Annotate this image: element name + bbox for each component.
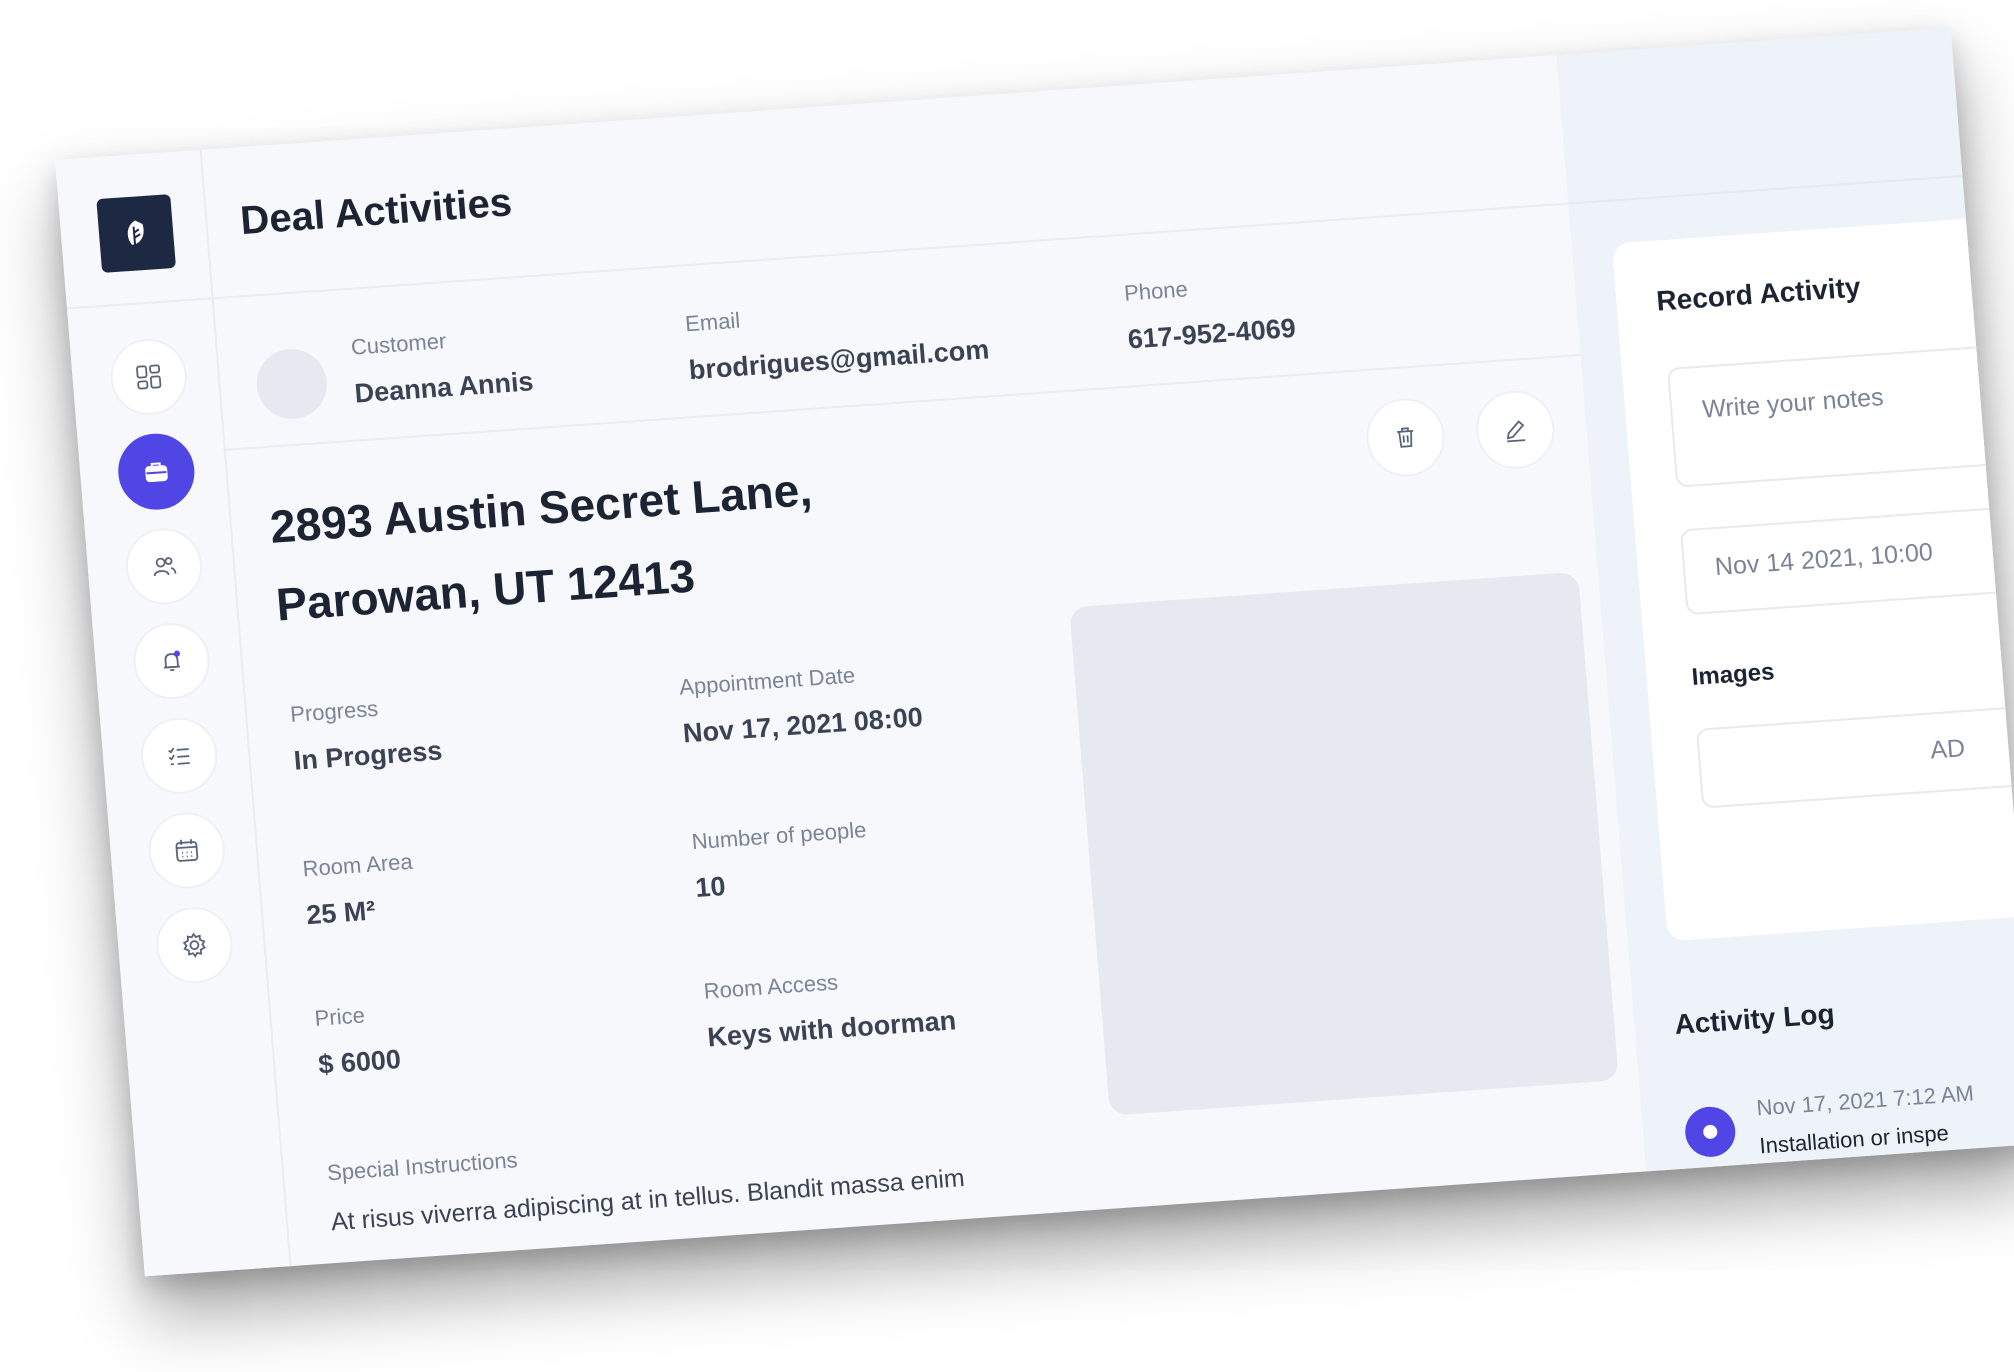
email-label: Email xyxy=(684,307,742,337)
nav-calendar[interactable] xyxy=(145,809,228,891)
customer-label: Customer xyxy=(349,328,448,360)
calendar-icon xyxy=(175,839,199,862)
price-value: $ 6000 xyxy=(317,1044,403,1080)
images-label: Images xyxy=(1690,658,1776,692)
page-title: Deal Activities xyxy=(238,180,514,244)
customer-name: Deanna Annis xyxy=(353,366,535,409)
price-field: Price $ 6000 xyxy=(314,1000,402,1081)
record-activity-card: Record Activity Write your notes Nov 14 … xyxy=(1611,215,2014,942)
people-value: 10 xyxy=(694,871,727,904)
appointment-field: Appointment Date Nov 17, 2021 08:00 xyxy=(678,658,924,750)
progress-field: Progress In Progress xyxy=(289,692,443,777)
room-area-label: Room Area xyxy=(301,848,414,882)
progress-value: In Progress xyxy=(292,735,444,776)
appointment-value: Nov 17, 2021 08:00 xyxy=(681,701,924,749)
room-access-label: Room Access xyxy=(702,969,839,1004)
nav-deals[interactable] xyxy=(115,431,198,513)
log-entry-text[interactable]: Installation or inspe xyxy=(1759,1120,1950,1159)
panel-divider xyxy=(1568,173,1988,205)
users-icon xyxy=(153,557,177,577)
notes-input[interactable]: Write your notes xyxy=(1666,340,2014,488)
dashboard-icon xyxy=(136,364,162,390)
room-access-value: Keys with doorman xyxy=(706,1005,958,1053)
room-area-field: Room Area 25 M² xyxy=(302,849,418,931)
bell-icon xyxy=(163,650,181,672)
pencil-icon xyxy=(1506,420,1526,443)
briefcase-icon xyxy=(145,462,168,483)
nav-dashboard[interactable] xyxy=(107,336,190,418)
log-entry-marker xyxy=(1683,1105,1738,1159)
log-entry-time: Nov 17, 2021 7:12 AM xyxy=(1755,1080,1975,1121)
deal-address: 2893 Austin Secret Lane, Parowan, UT 124… xyxy=(267,450,821,643)
phone-label: Phone xyxy=(1123,276,1189,306)
delete-button[interactable] xyxy=(1363,395,1448,480)
screen: Deal Activities Customer Deanna Annis Em… xyxy=(0,0,2014,1372)
gear-icon xyxy=(182,932,206,958)
instructions-field: Special Instructions At risus viverra ad… xyxy=(326,1107,1090,1237)
nav-contacts[interactable] xyxy=(122,525,205,607)
sidebar-divider xyxy=(66,297,212,310)
activity-date-input[interactable]: Nov 14 2021, 10:00 xyxy=(1679,501,2014,616)
room-access-field: Room Access Keys with doorman xyxy=(703,961,957,1053)
checklist-icon xyxy=(168,747,190,766)
app-window: Deal Activities Customer Deanna Annis Em… xyxy=(55,27,2014,1277)
customer-field: Customer Deanna Annis xyxy=(350,322,535,409)
property-image-placeholder xyxy=(1069,571,1619,1116)
people-label: Number of people xyxy=(690,817,868,855)
nav-tasks[interactable] xyxy=(138,715,221,797)
people-field: Number of people 10 xyxy=(691,817,871,904)
add-image-button[interactable]: AD xyxy=(1695,700,2014,809)
customer-phone[interactable]: 617-952-4069 xyxy=(1127,313,1297,356)
deal-details: 2893 Austin Secret Lane, Parowan, UT 124… xyxy=(224,356,1647,1268)
customer-avatar xyxy=(254,346,330,422)
nav-settings[interactable] xyxy=(153,904,236,986)
trash-icon xyxy=(1397,427,1414,448)
app-logo[interactable] xyxy=(96,194,177,273)
activity-log-title: Activity Log xyxy=(1673,997,1836,1041)
room-area-value: 25 M² xyxy=(305,895,377,931)
nav-notifications[interactable] xyxy=(130,620,213,702)
leaf-logo-icon xyxy=(127,220,144,245)
edit-button[interactable] xyxy=(1473,388,1558,472)
appointment-label: Appointment Date xyxy=(678,662,856,700)
progress-label: Progress xyxy=(289,695,380,727)
customer-email[interactable]: brodrigues@gmail.com xyxy=(688,334,991,386)
price-label: Price xyxy=(313,1002,366,1031)
phone-field: Phone 617-952-4069 xyxy=(1123,269,1297,355)
email-field: Email brodrigues@gmail.com xyxy=(684,290,990,386)
record-activity-title: Record Activity xyxy=(1655,271,1862,317)
